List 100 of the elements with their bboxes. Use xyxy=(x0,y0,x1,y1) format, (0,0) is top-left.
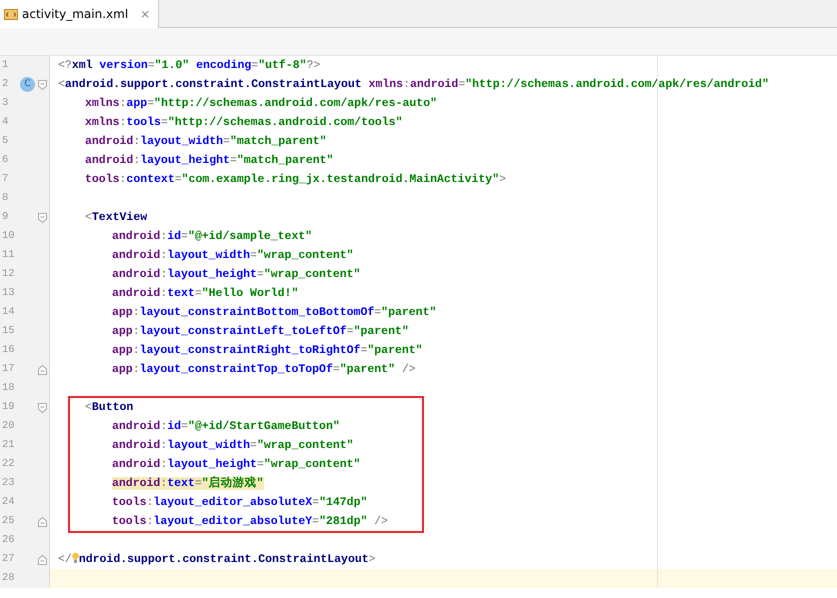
code-token: = xyxy=(256,268,264,281)
code-token: "wrap_content" xyxy=(256,439,354,452)
code-token: "parent" xyxy=(340,363,395,376)
code-token: layout_width xyxy=(167,249,250,262)
code-token: </ xyxy=(58,553,72,566)
code-token: layout_width xyxy=(167,439,250,452)
code-token: "http://schemas.android.com/tools" xyxy=(168,116,402,129)
code-token: android xyxy=(85,135,134,148)
line-number: 1 xyxy=(1,58,10,73)
code-token: text xyxy=(167,477,195,490)
close-icon[interactable]: × xyxy=(140,5,150,23)
line-number: 8 xyxy=(1,191,10,206)
code-token: : xyxy=(132,363,140,376)
code-token: < xyxy=(85,401,92,414)
code-token: text xyxy=(167,287,195,300)
code-token: xml xyxy=(72,59,93,72)
code-token: /> xyxy=(400,363,416,376)
code-token: : xyxy=(132,325,140,338)
line-number: 2 xyxy=(1,77,10,92)
code-token: "@+id/StartGameButton" xyxy=(188,420,340,433)
code-token: = xyxy=(374,306,382,319)
code-token: app xyxy=(126,97,148,110)
code-token: : xyxy=(120,97,126,110)
code-token: = xyxy=(160,116,168,129)
code-token: "147dp" xyxy=(319,496,368,509)
code-token: android xyxy=(112,477,160,490)
code-token: app xyxy=(112,306,133,319)
code-token: : xyxy=(120,173,126,186)
line-number: 21 xyxy=(1,438,16,453)
code-token: android xyxy=(112,230,160,243)
code-token: = xyxy=(194,477,202,490)
code-token: android xyxy=(85,154,134,167)
code-token: xmlns xyxy=(85,116,120,129)
line-number: 27 xyxy=(1,552,16,567)
fold-icon[interactable] xyxy=(38,80,47,90)
code-token: "281dp" xyxy=(319,515,368,528)
code-token: android xyxy=(112,249,160,262)
line-number: 6 xyxy=(1,153,10,168)
code-token: <? xyxy=(58,59,72,72)
lightbulb-icon[interactable] xyxy=(72,552,79,564)
line-number: 15 xyxy=(1,324,16,339)
line-number: 11 xyxy=(1,248,16,263)
code-token: layout_height xyxy=(140,154,230,167)
code-token: /> xyxy=(373,515,388,528)
line-number: 20 xyxy=(1,419,16,434)
code-token: "match_parent" xyxy=(236,154,334,167)
line-number: 17 xyxy=(1,362,16,377)
code-token: > xyxy=(499,173,506,186)
code-token: "http://schemas.android.com/apk/res-auto" xyxy=(154,97,437,110)
line-number: 5 xyxy=(1,134,10,149)
fold-icon[interactable] xyxy=(38,213,47,223)
code-token: android.support.constraint.ConstraintLayout xyxy=(64,78,362,91)
class-badge-icon[interactable]: C xyxy=(20,77,35,92)
fold-icon[interactable] xyxy=(38,555,47,565)
code-token: tools xyxy=(112,515,147,528)
code-token: id xyxy=(167,420,182,433)
file-tab[interactable]: activity_main.xml × xyxy=(0,0,160,28)
line-number: 24 xyxy=(1,495,16,510)
code-token: "wrap_content" xyxy=(264,268,360,281)
code-token: "Hello World!" xyxy=(202,287,298,300)
code-token: : xyxy=(160,287,168,300)
line-number: 7 xyxy=(1,172,10,187)
code-token: = xyxy=(223,135,230,148)
code-token: = xyxy=(147,97,154,110)
line-number: 14 xyxy=(1,305,16,320)
code-token: layout_height xyxy=(167,268,257,281)
code-token: : xyxy=(160,477,168,490)
code-token: android xyxy=(112,458,160,471)
code-token: = xyxy=(458,78,466,91)
code-token: "match_parent" xyxy=(230,135,327,148)
code-token: tools xyxy=(85,173,120,186)
code-token: "parent" xyxy=(367,344,423,357)
line-number: 19 xyxy=(1,400,16,415)
line-number: 18 xyxy=(1,381,16,396)
line-number: 16 xyxy=(1,343,16,358)
code-token: : xyxy=(132,306,140,319)
code-token: "http://schemas.android.com/apk/res/android" xyxy=(465,78,769,91)
code-token: layout_editor_absoluteY xyxy=(153,515,312,528)
code-token: layout_editor_absoluteX xyxy=(153,496,312,509)
code-token: layout_height xyxy=(167,458,257,471)
code-token: : xyxy=(160,439,168,452)
fold-icon[interactable] xyxy=(38,517,47,527)
code-token: : xyxy=(160,230,168,243)
fold-icon[interactable] xyxy=(38,403,47,413)
code-token: tools xyxy=(126,116,161,129)
code-token: = xyxy=(148,59,155,72)
code-token: = xyxy=(194,287,202,300)
code-token: context xyxy=(126,173,175,186)
code-token: : xyxy=(132,344,140,357)
fold-icon[interactable] xyxy=(38,365,47,375)
code-token: "wrap_content" xyxy=(264,458,360,471)
code-token: : xyxy=(160,458,168,471)
line-number: 4 xyxy=(1,115,10,130)
code-token: : xyxy=(160,268,168,281)
code-token: = xyxy=(181,420,188,433)
code-token: = xyxy=(312,496,320,509)
code-token: xmlns xyxy=(368,78,404,91)
code-token: = xyxy=(256,458,264,471)
code-token: > xyxy=(368,553,376,566)
line-number: 28 xyxy=(1,571,16,586)
